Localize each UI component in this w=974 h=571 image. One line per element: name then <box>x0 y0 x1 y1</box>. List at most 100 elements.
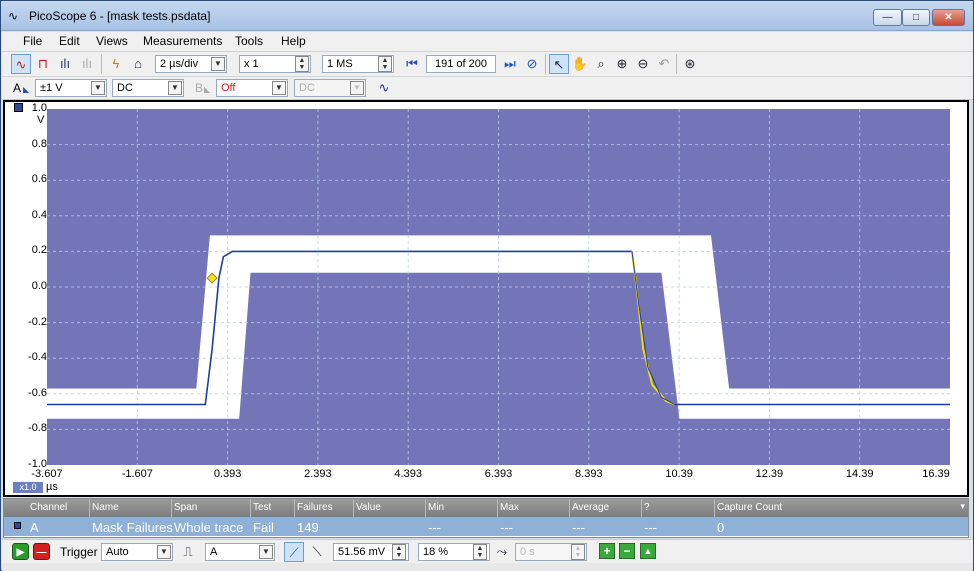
menu-views[interactable]: Views <box>96 34 128 48</box>
x-tick-label: 4.393 <box>394 468 422 480</box>
pointer-icon[interactable]: ↖ <box>549 54 569 74</box>
zoom-spinner[interactable]: ▲ ▼ <box>295 56 309 72</box>
menu-tools[interactable]: Tools <box>235 34 263 48</box>
channel-b-options-icon[interactable]: ◣ <box>204 85 210 94</box>
y-tick-label: -0.2 <box>28 315 47 328</box>
table-cell: 149 <box>297 520 319 535</box>
main-toolbar: ∿ ⊓ ılı ılı ϟ ⌂ 2 µs/div ▼ x 1 ▲ ▼ 1 MS ▲… <box>2 52 973 77</box>
table-cell: Fail <box>253 520 274 535</box>
column-header[interactable]: Max <box>500 502 519 513</box>
spectrum-mode-icon[interactable]: ılı <box>55 54 75 74</box>
add-icon[interactable]: + <box>599 543 615 559</box>
x-tick-label: 14.39 <box>845 468 874 480</box>
remove-icon[interactable]: − <box>619 543 635 559</box>
table-cell: --- <box>428 520 441 535</box>
chevron-down-icon[interactable]: ▼ <box>272 81 286 95</box>
column-header[interactable]: Failures <box>297 502 333 513</box>
x-tick-label: -1.607 <box>121 468 153 480</box>
close-button[interactable]: ✕ <box>932 9 965 26</box>
pre-trigger-spinner[interactable]: ▲ ▼ <box>473 544 487 560</box>
channel-a-options-icon[interactable]: ◣ <box>23 85 29 94</box>
x-tick-label: 6.393 <box>484 468 513 480</box>
column-header[interactable]: ? <box>644 502 650 513</box>
disabled-mode-icon: ılı <box>81 56 93 71</box>
table-cell: --- <box>572 520 585 535</box>
advanced-trigger-icon[interactable]: ⎍ <box>178 542 198 562</box>
y-tick-label: -0.6 <box>28 386 47 399</box>
zoom-overview-icon[interactable]: ⊛ <box>680 54 700 74</box>
chevron-down-icon[interactable]: ▼ <box>211 57 225 71</box>
first-icon[interactable]: ⏮ <box>402 54 422 74</box>
y-tick-label: 0.6 <box>31 173 47 186</box>
chevron-down-icon[interactable]: ▼ <box>168 81 182 95</box>
chevron-down-icon[interactable]: ▼ <box>157 545 171 559</box>
channel-toolbar: A ◣ ±1 V ▼ DC ▼ B ◣ Off ▼ DC ▼ ∿ <box>2 77 973 100</box>
scope-mode-icon[interactable]: ∿ <box>11 54 31 74</box>
separator <box>676 54 677 74</box>
chevron-down-icon[interactable]: ▼ <box>91 81 105 95</box>
column-header[interactable]: Value <box>356 502 381 513</box>
column-header[interactable]: Min <box>428 502 444 513</box>
oscilloscope-icon: ∿ <box>8 9 19 23</box>
column-divider[interactable] <box>425 499 426 517</box>
column-divider[interactable] <box>294 499 295 517</box>
table-row[interactable]: A Mask Failures Whole trace Fail 149 --- --- --… <box>4 517 968 536</box>
column-divider[interactable] <box>89 499 90 517</box>
probe-icon[interactable]: ϟ <box>106 54 126 74</box>
undo-zoom-icon[interactable]: ↶ <box>654 54 674 74</box>
window-title: PicoScope 6 - [mask tests.psdata] <box>29 9 211 23</box>
column-divider[interactable] <box>353 499 354 517</box>
falling-edge-icon[interactable]: ⟍ <box>307 542 327 562</box>
x-zoom-badge[interactable]: x1.0 <box>13 482 43 493</box>
column-header[interactable]: Average <box>572 502 609 513</box>
column-divider[interactable] <box>250 499 251 517</box>
menu-edit[interactable]: Edit <box>59 34 80 48</box>
column-header[interactable]: Capture Count <box>717 502 782 513</box>
column-divider[interactable] <box>497 499 498 517</box>
menu-measurements[interactable]: Measurements <box>143 34 222 48</box>
column-divider[interactable] <box>641 499 642 517</box>
plot-area[interactable] <box>47 109 950 465</box>
hand-icon[interactable]: ✋ <box>570 54 590 74</box>
autoset-icon[interactable]: ∿ <box>374 78 394 98</box>
column-header[interactable]: Channel <box>30 502 67 513</box>
zoom-in-icon[interactable]: ⊕ <box>612 54 632 74</box>
y-tick-label: 0.8 <box>31 137 47 150</box>
start-icon[interactable]: ▶ <box>12 543 29 560</box>
column-divider[interactable] <box>171 499 172 517</box>
zoom-icon[interactable]: ⌕ <box>591 54 611 74</box>
column-header[interactable]: Name <box>92 502 119 513</box>
compass-icon[interactable]: ⊘ <box>522 54 542 74</box>
collapse-icon[interactable]: ▾ <box>960 501 965 512</box>
x-tick-label: 2.393 <box>304 468 332 480</box>
column-divider[interactable] <box>714 499 715 517</box>
column-divider[interactable] <box>569 499 570 517</box>
column-header[interactable]: Span <box>174 502 197 513</box>
edit-icon[interactable]: ▲ <box>640 543 656 559</box>
buffer-total: of 200 <box>456 58 487 70</box>
y-tick-label: 0.4 <box>31 208 47 221</box>
persistence-mode-icon[interactable]: ⊓ <box>33 54 53 74</box>
y-tick-label: -0.4 <box>28 351 47 364</box>
delay-icon[interactable]: ⤳ <box>492 542 512 562</box>
table-cell: A <box>30 520 39 535</box>
buffer-navigator[interactable]: 191 of 200 <box>426 55 496 73</box>
maximize-button[interactable]: □ <box>902 9 930 26</box>
home-icon[interactable]: ⌂ <box>128 54 148 74</box>
x-tick-label: 16.39 <box>922 468 950 480</box>
next-icon[interactable]: ⏭ <box>500 54 520 74</box>
y-tick-label: 1.0 <box>31 102 47 114</box>
rising-edge-icon[interactable]: ⟋ <box>284 542 304 562</box>
minimize-button[interactable]: — <box>873 9 902 26</box>
samples-spinner[interactable]: ▲ ▼ <box>378 56 392 72</box>
menu-file[interactable]: File <box>23 34 42 48</box>
threshold-spinner[interactable]: ▲ ▼ <box>392 544 406 560</box>
scope-view: V 1.0 0.8 0.6 0.4 0.2 0.0 -0.2 -0.4 -0.6 -0.8 -1.0… <box>3 100 969 497</box>
zoom-out-icon[interactable]: ⊖ <box>633 54 653 74</box>
column-header[interactable]: Test <box>253 502 271 513</box>
chevron-down-icon[interactable]: ▼ <box>259 545 273 559</box>
delay-spinner: ▲ ▼ <box>571 544 585 560</box>
menu-help[interactable]: Help <box>281 34 306 48</box>
y-tick-label: 0.2 <box>31 244 47 257</box>
stop-icon[interactable]: — <box>33 543 50 560</box>
